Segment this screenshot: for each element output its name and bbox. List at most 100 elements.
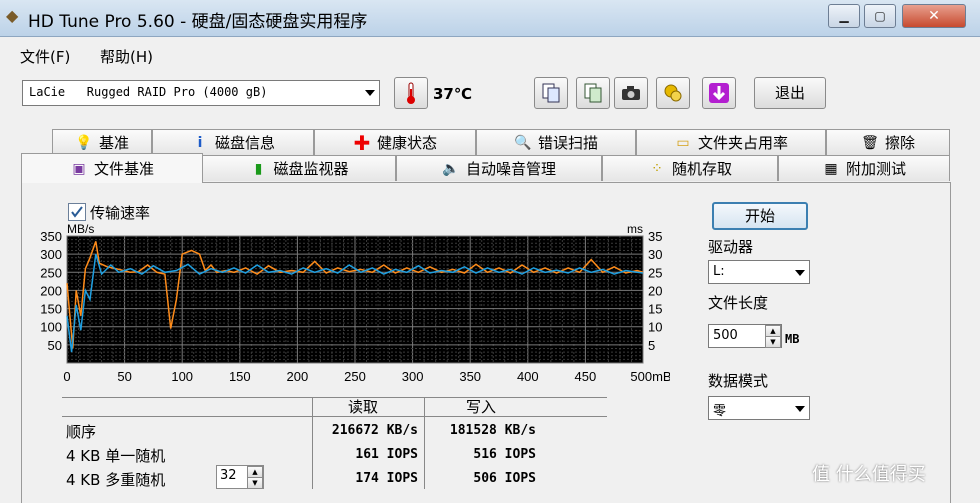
- copy-text-button[interactable]: [534, 77, 568, 109]
- health-cross-icon: ✚: [353, 130, 371, 155]
- x-tick-label: 500mB: [630, 369, 670, 384]
- row-label: 4 KB 多重随机: [66, 471, 166, 489]
- chevron-down-icon: [795, 270, 805, 276]
- drive-select[interactable]: LaCie Rugged RAID Pro (4000 gB): [22, 80, 380, 106]
- app-icon: ◆: [6, 6, 19, 25]
- menu-help[interactable]: 帮助(H): [100, 46, 153, 67]
- tab-erase[interactable]: 🗑 擦除: [826, 129, 950, 155]
- copy-screen-button[interactable]: [576, 77, 610, 109]
- tab-file-benchmark[interactable]: ▣ 文件基准: [21, 153, 203, 183]
- chevron-down-icon: [795, 406, 805, 412]
- tab-label: 文件基准: [93, 160, 154, 178]
- y-tick-label-right: 20: [648, 283, 662, 298]
- bulb-icon: 💡: [75, 134, 93, 151]
- temperature-button[interactable]: [394, 77, 428, 109]
- menu-file[interactable]: 文件(F): [20, 46, 70, 67]
- calculator-icon: ▦: [824, 160, 838, 177]
- tab-error-scan[interactable]: 🔍 错误扫描: [476, 129, 636, 155]
- tab-label: 错误扫描: [537, 134, 598, 152]
- y-tick-label-right: 30: [648, 247, 662, 262]
- y-tick-label-left: 200: [40, 283, 62, 298]
- queue-depth-stepper[interactable]: 32 ▲ ▼: [216, 465, 264, 489]
- x-tick-label: 150: [229, 369, 251, 384]
- transfer-rate-checkbox[interactable]: [68, 203, 86, 221]
- x-tick-label: 450: [575, 369, 597, 384]
- tab-extra-tests[interactable]: ▦ 附加测试: [778, 155, 950, 181]
- x-tick-label: 0: [63, 369, 70, 384]
- data-mode-label: 数据模式: [708, 372, 769, 390]
- tab-label: 健康状态: [376, 134, 437, 152]
- y-tick-label-left: 150: [40, 302, 62, 317]
- tab-noise-management[interactable]: 🔈 自动噪音管理: [396, 155, 602, 181]
- x-tick-label: 250: [344, 369, 366, 384]
- start-button[interactable]: 开始: [712, 202, 808, 230]
- temperature-readout: 37℃: [433, 85, 473, 103]
- y-tick-label-right: 25: [648, 265, 662, 280]
- close-button[interactable]: ✕: [902, 4, 966, 28]
- minimize-button[interactable]: ▁: [828, 4, 860, 28]
- thermometer-icon: [407, 82, 415, 104]
- data-mode-combo[interactable]: 零: [708, 396, 810, 420]
- table-divider: [62, 397, 607, 398]
- maximize-button[interactable]: ▢: [864, 4, 896, 28]
- drive-combo-value: L:: [713, 264, 725, 279]
- transfer-chart: 0 50 100 150 200 250 300 350 400 450 500mB 50 100 150…: [40, 222, 670, 384]
- y-tick-label-left: 50: [48, 338, 62, 353]
- tab-label: 随机存取: [671, 160, 732, 178]
- read-value: 216672 KB/s: [331, 423, 418, 438]
- stepper-down-icon[interactable]: ▼: [765, 336, 781, 348]
- save-button[interactable]: [702, 77, 736, 109]
- tab-disk-info[interactable]: i 磁盘信息: [152, 129, 314, 155]
- tab-label: 自动噪音管理: [465, 160, 556, 178]
- file-length-label: 文件长度: [708, 294, 769, 312]
- checkmark-icon: [71, 206, 83, 218]
- read-value: 174 IOPS: [355, 471, 418, 486]
- tab-health[interactable]: ✚ 健康状态: [314, 129, 476, 155]
- tab-label: 磁盘信息: [214, 134, 275, 152]
- watermark: 值 什么值得买: [812, 464, 926, 485]
- tab-label: 擦除: [884, 134, 915, 152]
- folder-icon: ▭: [676, 134, 690, 151]
- camera-icon: [622, 86, 640, 100]
- tab-folder-usage[interactable]: ▭ 文件夹占用率: [636, 129, 826, 155]
- table-divider: [62, 416, 607, 417]
- file-length-value: 500: [713, 328, 738, 343]
- y-tick-label-left: 300: [40, 247, 62, 262]
- tab-disk-monitor[interactable]: ▮ 磁盘监视器: [202, 155, 396, 181]
- tab-label: 基准: [98, 134, 129, 152]
- tab-label: 文件夹占用率: [697, 134, 788, 152]
- y-tick-label-left: 100: [40, 320, 62, 335]
- chevron-down-icon: [365, 90, 375, 96]
- table-divider: [312, 397, 313, 489]
- x-tick-label: 50: [117, 369, 131, 384]
- tab-label: 磁盘监视器: [273, 160, 349, 178]
- x-tick-label: 400: [517, 369, 539, 384]
- queue-depth-value: 32: [220, 468, 237, 483]
- menu-bar: 文件(F) 帮助(H): [0, 42, 980, 68]
- options-button[interactable]: [656, 77, 690, 109]
- copy-text-icon: [542, 83, 560, 103]
- exit-button[interactable]: 退出: [754, 77, 826, 109]
- y-tick-label-right: 10: [648, 320, 662, 335]
- trash-icon: 🗑: [861, 134, 879, 151]
- row-label: 4 KB 单一随机: [66, 447, 166, 465]
- col-write-header: 写入: [466, 398, 497, 416]
- y-tick-label-right: 5: [648, 338, 655, 353]
- x-tick-label: 200: [287, 369, 309, 384]
- y-tick-label-right: 35: [648, 229, 662, 244]
- data-mode-value: 零: [713, 404, 727, 419]
- drive-label: 驱动器: [708, 238, 754, 256]
- y-axis-label-right: ms: [627, 222, 643, 236]
- speaker-icon: 🔈: [442, 160, 460, 177]
- col-read-header: 读取: [348, 398, 379, 416]
- tab-random-access[interactable]: ⁘ 随机存取: [602, 155, 778, 181]
- file-length-stepper[interactable]: 500 ▲ ▼: [708, 324, 782, 348]
- drive-combo[interactable]: L:: [708, 260, 810, 284]
- row-label: 顺序: [66, 423, 97, 441]
- y-tick-label-right: 15: [648, 302, 662, 317]
- x-tick-label: 300: [402, 369, 424, 384]
- screenshot-button[interactable]: [614, 77, 648, 109]
- stepper-down-icon[interactable]: ▼: [247, 477, 263, 489]
- tab-benchmark[interactable]: 💡 基准: [52, 129, 152, 155]
- write-value: 181528 KB/s: [449, 423, 536, 438]
